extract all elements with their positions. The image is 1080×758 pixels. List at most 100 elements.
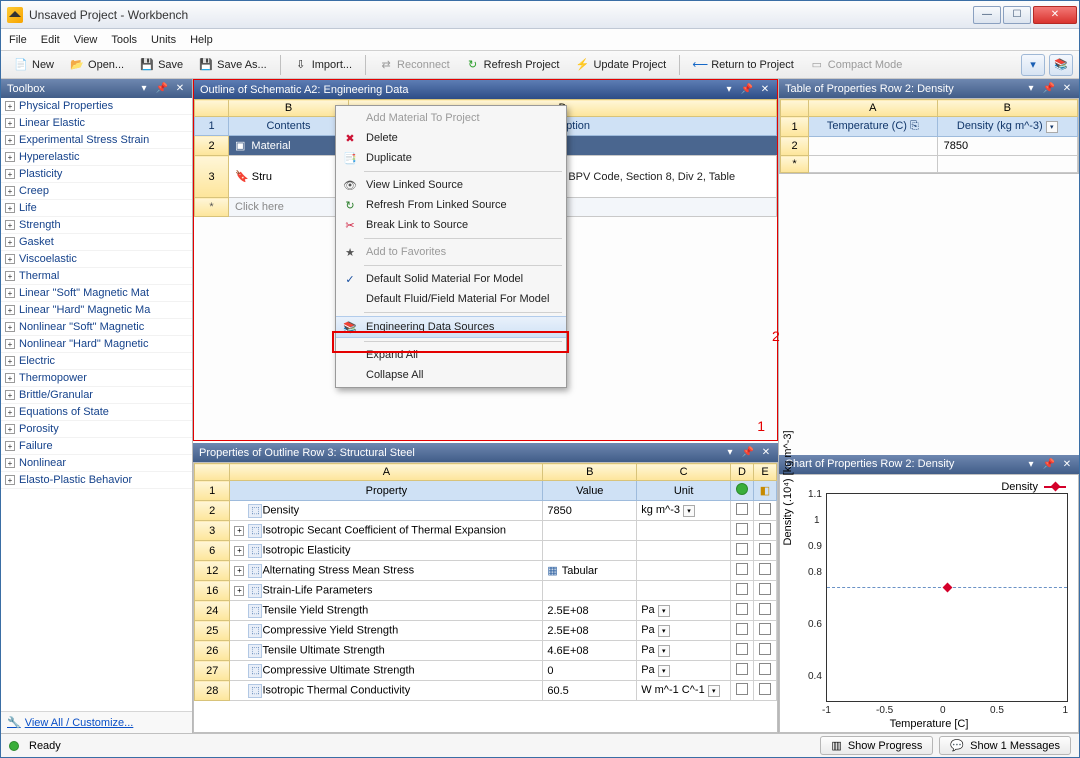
property-value-cell[interactable] xyxy=(543,541,637,561)
property-name-cell[interactable]: ⬚Density xyxy=(230,501,543,521)
toolbox-category[interactable]: +Failure xyxy=(1,438,192,455)
property-value-cell[interactable]: ▦Tabular xyxy=(543,561,637,581)
property-name-cell[interactable]: ⬚Tensile Yield Strength xyxy=(230,601,543,621)
toolbox-category[interactable]: +Linear Elastic xyxy=(1,115,192,132)
maximize-button[interactable]: ☐ xyxy=(1003,6,1031,24)
dropdown-icon[interactable]: ▾ xyxy=(708,685,720,697)
checkbox[interactable] xyxy=(736,683,748,695)
property-unit-cell[interactable] xyxy=(637,541,731,561)
open-button[interactable]: 📂Open... xyxy=(63,55,131,75)
save-button[interactable]: 💾Save xyxy=(133,55,190,75)
expand-icon[interactable]: + xyxy=(5,305,15,315)
expand-icon[interactable]: + xyxy=(5,407,15,417)
expand-icon[interactable]: + xyxy=(5,458,15,468)
properties-grid[interactable]: A B C D E 1 Property Value Unit ◧ xyxy=(193,462,778,733)
filter-button[interactable]: ▾ xyxy=(1021,54,1045,76)
checkbox[interactable] xyxy=(759,663,771,675)
pane-pin-icon[interactable]: 📌 xyxy=(742,447,754,459)
minimize-button[interactable]: — xyxy=(973,6,1001,24)
temperature-cell[interactable] xyxy=(809,137,938,156)
property-name-cell[interactable]: ⬚Compressive Ultimate Strength xyxy=(230,661,543,681)
toolbox-category[interactable]: +Thermal xyxy=(1,268,192,285)
dropdown-icon[interactable]: ▾ xyxy=(658,665,670,677)
show-messages-button[interactable]: 💬Show 1 Messages xyxy=(939,736,1071,755)
context-menu-item[interactable]: Collapse All xyxy=(336,365,566,385)
toolbox-category[interactable]: +Electric xyxy=(1,353,192,370)
property-name-cell[interactable]: +⬚Alternating Stress Mean Stress xyxy=(230,561,543,581)
checkbox[interactable] xyxy=(736,663,748,675)
expand-icon[interactable]: + xyxy=(5,152,15,162)
pane-dropdown-icon[interactable]: ▾ xyxy=(723,84,735,96)
toolbox-category[interactable]: +Equations of State xyxy=(1,404,192,421)
expand-icon[interactable]: + xyxy=(5,203,15,213)
expand-icon[interactable]: + xyxy=(5,373,15,383)
reconnect-button[interactable]: ⇄Reconnect xyxy=(372,55,457,75)
checkbox[interactable] xyxy=(736,623,748,635)
toolbox-category[interactable]: +Physical Properties xyxy=(1,98,192,115)
pane-dropdown-icon[interactable]: ▾ xyxy=(138,83,150,95)
checkbox[interactable] xyxy=(759,503,771,515)
toolbox-category[interactable]: +Plasticity xyxy=(1,166,192,183)
property-unit-cell[interactable]: kg m^-3 ▾ xyxy=(637,501,731,521)
pane-pin-icon[interactable]: 📌 xyxy=(1043,83,1055,95)
density-table[interactable]: AB 1Temperature (C) ⎘Density (kg m^-3) ▾… xyxy=(779,98,1079,174)
pane-close-icon[interactable]: ✕ xyxy=(760,447,772,459)
expand-icon[interactable]: + xyxy=(5,424,15,434)
expand-icon[interactable]: + xyxy=(5,169,15,179)
expand-icon[interactable]: + xyxy=(5,356,15,366)
expand-icon[interactable]: + xyxy=(5,390,15,400)
col-header-b[interactable]: B xyxy=(229,100,349,117)
toolbox-category[interactable]: +Porosity xyxy=(1,421,192,438)
property-value-cell[interactable]: 4.6E+08 xyxy=(543,641,637,661)
pane-pin-icon[interactable]: 📌 xyxy=(1043,458,1055,470)
checkbox[interactable] xyxy=(759,563,771,575)
property-value-cell[interactable]: 7850 xyxy=(543,501,637,521)
show-progress-button[interactable]: ▥Show Progress xyxy=(820,736,933,755)
expand-icon[interactable]: + xyxy=(5,288,15,298)
toolbox-category[interactable]: +Brittle/Granular xyxy=(1,387,192,404)
property-unit-cell[interactable] xyxy=(637,581,731,601)
menu-tools[interactable]: Tools xyxy=(111,34,137,46)
property-value-cell[interactable]: 60.5 xyxy=(543,681,637,701)
menu-units[interactable]: Units xyxy=(151,34,176,46)
checkbox[interactable] xyxy=(736,643,748,655)
property-name-cell[interactable]: ⬚Isotropic Thermal Conductivity xyxy=(230,681,543,701)
contents-header[interactable]: Contents xyxy=(229,117,349,136)
property-value-cell[interactable] xyxy=(543,521,637,541)
checkbox[interactable] xyxy=(759,543,771,555)
material-name-cell[interactable]: 🔖 Stru xyxy=(229,156,349,198)
property-unit-cell[interactable] xyxy=(637,521,731,541)
close-button[interactable]: ✕ xyxy=(1033,6,1077,24)
update-project-button[interactable]: ⚡Update Project xyxy=(568,55,673,75)
expand-icon[interactable]: + xyxy=(5,101,15,111)
import-button[interactable]: ⇩Import... xyxy=(287,55,359,75)
pane-close-icon[interactable]: ✕ xyxy=(1061,83,1073,95)
toolbox-tree[interactable]: +Physical Properties+Linear Elastic+Expe… xyxy=(1,98,192,711)
property-name-cell[interactable]: +⬚Isotropic Secant Coefficient of Therma… xyxy=(230,521,543,541)
dropdown-icon[interactable]: ▾ xyxy=(658,605,670,617)
property-value-cell[interactable]: 2.5E+08 xyxy=(543,601,637,621)
expand-icon[interactable]: + xyxy=(5,271,15,281)
menu-file[interactable]: File xyxy=(9,34,27,46)
checkbox[interactable] xyxy=(736,583,748,595)
property-name-cell[interactable]: ⬚Compressive Yield Strength xyxy=(230,621,543,641)
checkbox[interactable] xyxy=(759,683,771,695)
new-button[interactable]: 📄New xyxy=(7,55,61,75)
toolbox-category[interactable]: +Linear "Soft" Magnetic Mat xyxy=(1,285,192,302)
checkbox[interactable] xyxy=(759,583,771,595)
pane-close-icon[interactable]: ✕ xyxy=(174,83,186,95)
pane-dropdown-icon[interactable]: ▾ xyxy=(1025,458,1037,470)
expand-icon[interactable]: + xyxy=(234,526,244,536)
checkbox[interactable] xyxy=(736,563,748,575)
toolbox-category[interactable]: +Nonlinear xyxy=(1,455,192,472)
toolbox-category[interactable]: +Nonlinear "Hard" Magnetic xyxy=(1,336,192,353)
expand-icon[interactable]: + xyxy=(234,566,244,576)
context-menu-item[interactable]: ✖Delete xyxy=(336,128,566,148)
expand-icon[interactable]: + xyxy=(5,441,15,451)
pane-close-icon[interactable]: ✕ xyxy=(1061,458,1073,470)
menu-view[interactable]: View xyxy=(74,34,98,46)
pane-dropdown-icon[interactable]: ▾ xyxy=(1025,83,1037,95)
pane-close-icon[interactable]: ✕ xyxy=(759,84,771,96)
context-menu-item[interactable]: 📑Duplicate xyxy=(336,148,566,168)
property-value-cell[interactable]: 0 xyxy=(543,661,637,681)
